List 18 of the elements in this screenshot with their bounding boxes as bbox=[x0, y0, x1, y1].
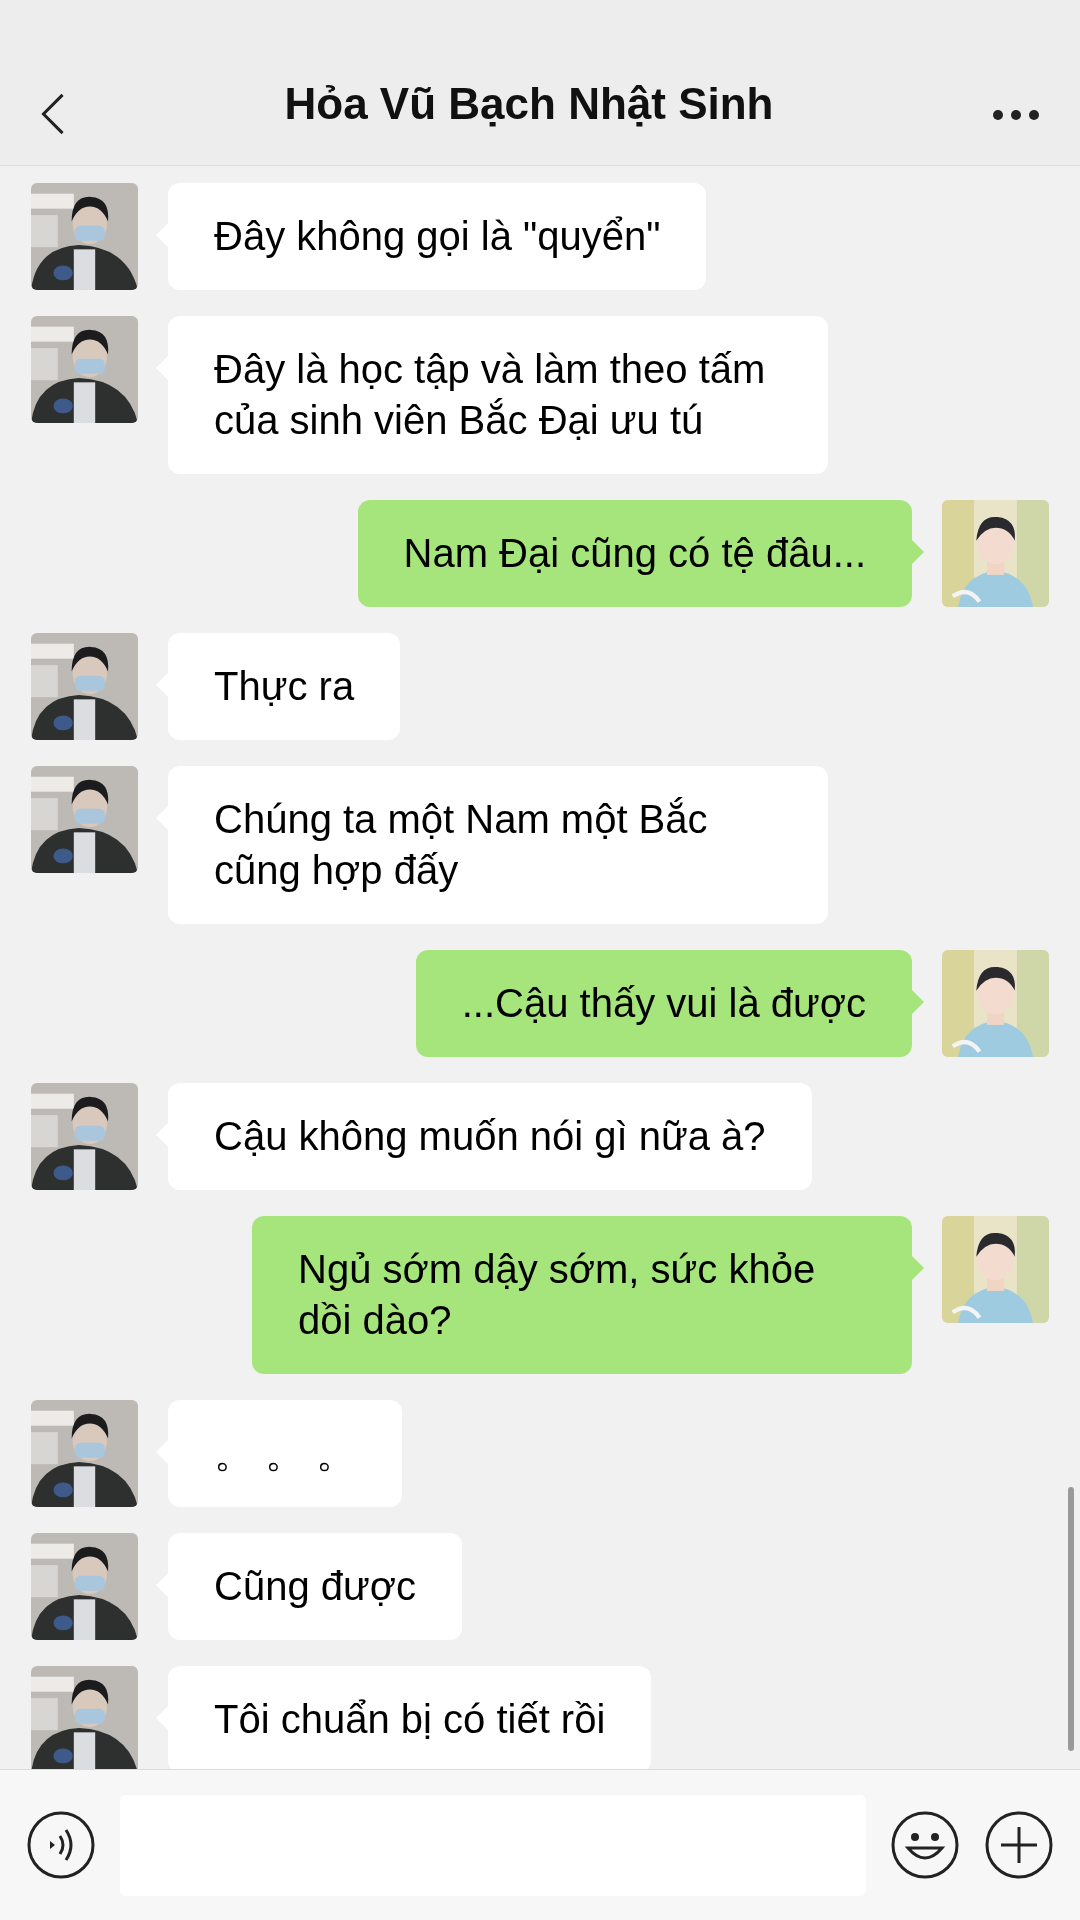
received-message-bubble: Đây là học tập và làm theo tấm của sinh viên Bắc Đại ưu tú bbox=[168, 316, 828, 474]
received-message-bubble: Đây không gọi là "quyển" bbox=[168, 183, 707, 290]
sent-message-bubble: ...Cậu thấy vui là được bbox=[415, 950, 912, 1057]
scrollbar[interactable] bbox=[1068, 1487, 1074, 1751]
voice-icon[interactable] bbox=[26, 1810, 96, 1880]
chat-title: Hỏa Vũ Bạch Nhật Sinh bbox=[284, 78, 774, 130]
received-message-bubble: Cậu không muốn nói gì nữa à? bbox=[168, 1083, 812, 1190]
received-message-bubble: Cũng được bbox=[168, 1533, 462, 1640]
plus-icon[interactable] bbox=[984, 1810, 1054, 1880]
received-message-bubble: Thực ra bbox=[168, 633, 401, 740]
more-icon[interactable] bbox=[992, 109, 1040, 121]
received-message-bubble: 。 。 。 bbox=[168, 1400, 403, 1507]
sent-message-bubble: Ngủ sớm dậy sớm, sức khỏe dồi dào? bbox=[252, 1216, 912, 1374]
received-message-bubble: Tôi chuẩn bị có tiết rồi bbox=[168, 1666, 652, 1769]
received-message-bubble: Chúng ta một Nam một Bắc cũng hợp đấy bbox=[168, 766, 828, 924]
emoji-icon[interactable] bbox=[890, 1810, 960, 1880]
sent-message-bubble: Nam Đại cũng có tệ đâu... bbox=[357, 500, 912, 607]
back-icon[interactable] bbox=[40, 91, 66, 137]
